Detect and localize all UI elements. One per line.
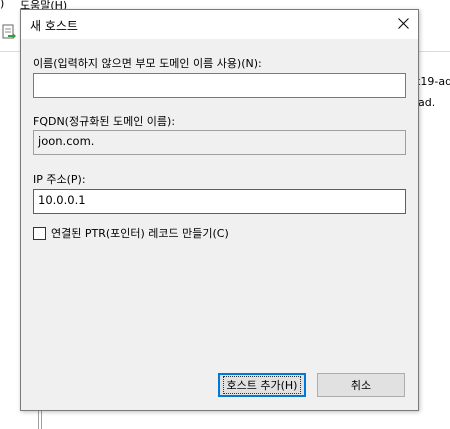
background-zone-name: k19-ad: [414, 75, 450, 88]
close-icon: [397, 17, 409, 32]
cancel-button[interactable]: 취소: [317, 373, 405, 397]
dialog-title: 새 호스트: [30, 19, 78, 33]
close-button[interactable]: [388, 10, 418, 39]
ip-address-input[interactable]: 10.0.0.1: [33, 189, 406, 214]
add-host-button[interactable]: 호스트 추가(H): [218, 373, 306, 397]
new-host-dialog: 새 호스트 이름(입력하지 않으면 부모 도메인 이름 사용)(N): FQDN…: [20, 9, 419, 411]
fqdn-label: FQDN(정규화된 도메인 이름):: [33, 115, 176, 128]
ptr-checkbox-label: 연결된 PTR(포인터) 레코드 만들기(C): [51, 227, 229, 240]
background-menu-fragment: ): [0, 0, 5, 10]
add-host-button-label: 호스트 추가(H): [222, 376, 302, 394]
cancel-button-label: 취소: [350, 379, 372, 392]
dialog-titlebar[interactable]: 새 호스트: [21, 10, 418, 39]
ptr-checkbox-row[interactable]: 연결된 PTR(포인터) 레코드 만들기(C): [33, 225, 229, 241]
background-pane-divider: [38, 410, 39, 429]
ip-address-label: IP 주소(P):: [33, 173, 86, 186]
ptr-checkbox[interactable]: [33, 226, 46, 240]
name-label: 이름(입력하지 않으면 부모 도메인 이름 사용)(N):: [33, 57, 262, 70]
fqdn-field: joon.com.: [33, 130, 406, 155]
export-list-icon[interactable]: [2, 24, 16, 40]
name-input[interactable]: [33, 73, 406, 98]
background-pane-divider: [41, 410, 42, 429]
